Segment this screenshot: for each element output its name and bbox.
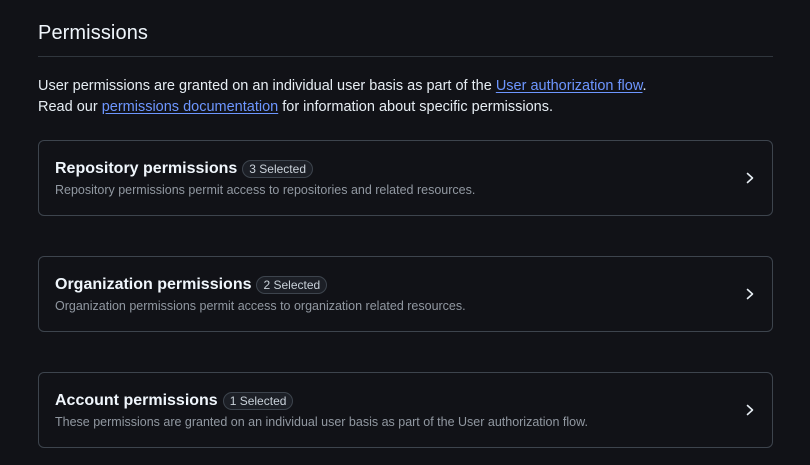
selected-count-badge: 2 Selected <box>256 276 328 294</box>
account-permissions-card[interactable]: Account permissions 1 Selected These per… <box>38 372 773 448</box>
card-title-row: Organization permissions 2 Selected <box>55 276 328 294</box>
selected-count-badge: 1 Selected <box>222 392 294 410</box>
card-description: Organization permissions permit access t… <box>55 299 466 313</box>
intro-line-2-prefix: Read our <box>38 99 102 115</box>
user-authorization-flow-link[interactable]: User authorization flow <box>496 78 643 94</box>
chevron-right-icon <box>746 172 754 184</box>
organization-permissions-card[interactable]: Organization permissions 2 Selected Orga… <box>38 256 773 332</box>
section-divider <box>38 56 773 57</box>
repository-permissions-card[interactable]: Repository permissions 3 Selected Reposi… <box>38 140 773 216</box>
chevron-right-icon <box>746 288 754 300</box>
intro-line-1-prefix: User permissions are granted on an indiv… <box>38 78 496 94</box>
selected-count-badge: 3 Selected <box>242 160 313 178</box>
card-description: Repository permissions permit access to … <box>55 183 476 197</box>
card-description: These permissions are granted on an indi… <box>55 415 588 429</box>
card-title-row: Repository permissions 3 Selected <box>55 160 313 178</box>
intro-line-1: User permissions are granted on an indiv… <box>38 76 647 97</box>
permissions-documentation-link[interactable]: permissions documentation <box>102 99 279 115</box>
card-title-row: Account permissions 1 Selected <box>55 392 294 410</box>
intro-line-1-suffix: . <box>642 78 647 94</box>
permissions-intro: User permissions are granted on an indiv… <box>38 76 647 118</box>
chevron-right-icon <box>746 404 754 416</box>
card-title: Repository permissions <box>55 160 238 177</box>
card-title: Organization permissions <box>55 276 252 293</box>
intro-line-2-suffix: for information about specific permissio… <box>278 99 554 115</box>
section-title: Permissions <box>38 22 149 44</box>
intro-line-2: Read our permissions documentation for i… <box>38 97 647 118</box>
card-title: Account permissions <box>55 392 218 409</box>
